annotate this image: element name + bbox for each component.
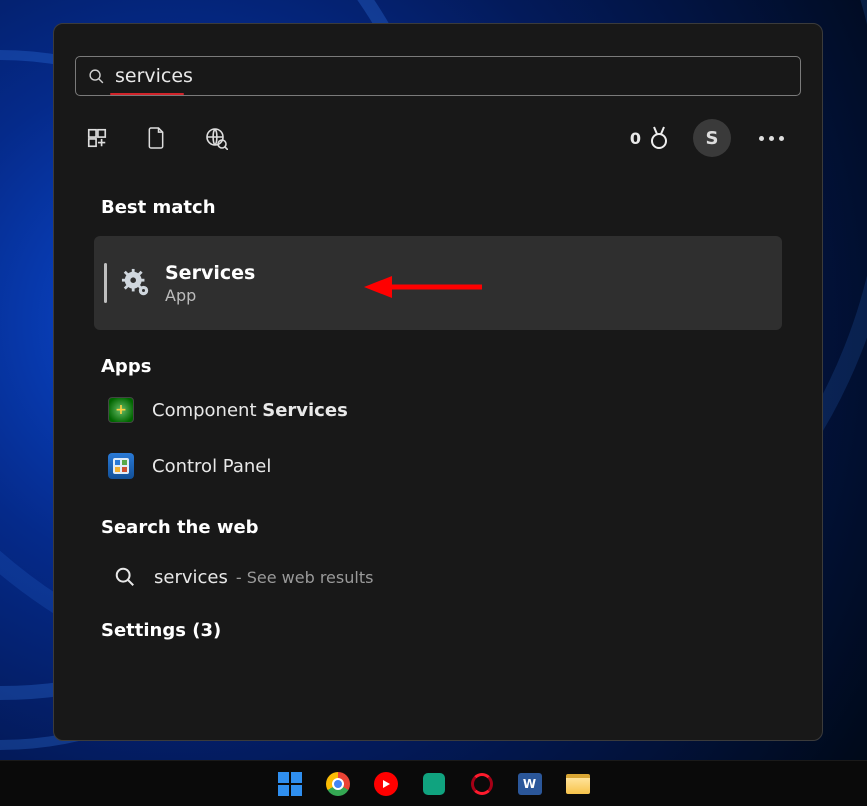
- search-input[interactable]: [115, 65, 788, 87]
- search-box[interactable]: [75, 56, 801, 96]
- search-icon: [88, 68, 105, 85]
- youtube-music-icon[interactable]: [373, 771, 399, 797]
- web-hint: - See web results: [236, 568, 374, 587]
- taskbar: W: [0, 760, 867, 806]
- chrome-icon[interactable]: [325, 771, 351, 797]
- chat-icon[interactable]: [421, 771, 447, 797]
- best-match-title: Services: [165, 262, 255, 284]
- app-result-control-panel[interactable]: Control Panel: [108, 453, 822, 479]
- services-app-icon: [121, 268, 151, 298]
- spellcheck-underline: [110, 93, 184, 95]
- opera-icon[interactable]: [469, 771, 495, 797]
- best-match-subtitle: App: [165, 286, 255, 305]
- best-match-result[interactable]: Services App: [94, 236, 782, 330]
- section-settings: Settings (3): [101, 620, 822, 641]
- annotation-arrow: [364, 272, 484, 302]
- app-result-component-services[interactable]: + Component Services: [108, 397, 822, 423]
- best-match-text: Services App: [165, 262, 255, 305]
- web-query: services: [154, 567, 228, 588]
- selection-indicator: [104, 263, 107, 303]
- rewards-badge[interactable]: 0: [630, 125, 671, 151]
- web-result[interactable]: services - See web results: [114, 566, 822, 588]
- medal-icon: [647, 125, 671, 151]
- filter-documents-icon[interactable]: [146, 126, 166, 150]
- section-best-match: Best match: [101, 197, 822, 218]
- user-avatar[interactable]: S: [693, 119, 731, 157]
- section-web: Search the web: [101, 517, 822, 538]
- component-services-icon: +: [108, 397, 134, 423]
- filter-apps-icon[interactable]: [86, 127, 108, 149]
- filter-web-icon[interactable]: [204, 126, 228, 150]
- reward-count: 0: [630, 129, 641, 148]
- filter-row: 0 S: [54, 119, 822, 157]
- more-options-icon[interactable]: [753, 136, 790, 141]
- search-icon: [114, 566, 136, 588]
- file-explorer-icon[interactable]: [565, 771, 591, 797]
- section-apps: Apps: [101, 356, 822, 377]
- word-icon[interactable]: W: [517, 771, 543, 797]
- start-search-panel: 0 S Best match Services App Apps + Compo…: [53, 23, 823, 741]
- control-panel-icon: [108, 453, 134, 479]
- start-button[interactable]: [277, 771, 303, 797]
